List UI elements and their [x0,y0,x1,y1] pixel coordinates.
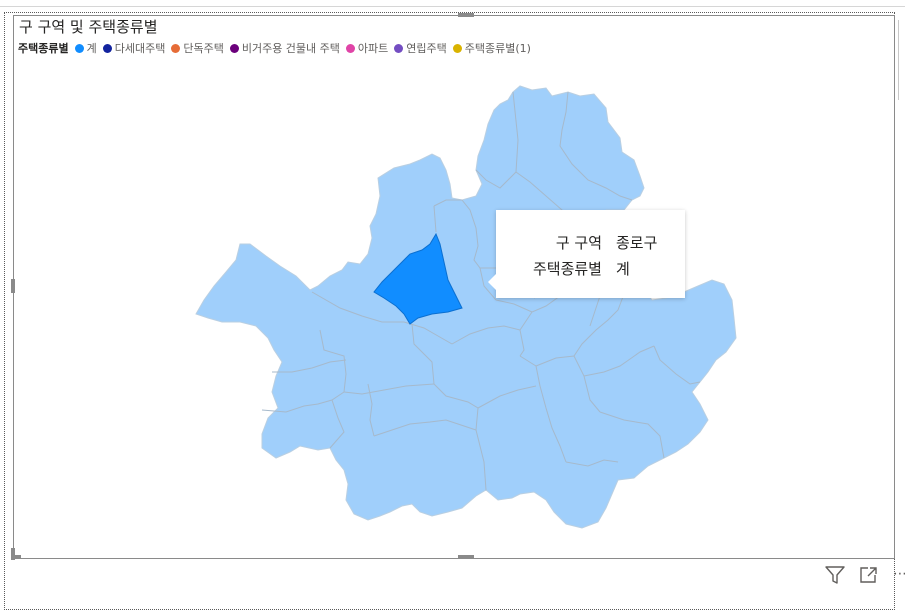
tooltip-value: 계 [616,260,630,278]
seoul-outline [195,85,737,529]
report-canvas: 구 구역 및 주택종류별 주택종류별 계 다세대주택 단독주택 비거주용 건물내… [0,0,905,612]
tooltip-row: 구 구역 종로구 [516,230,665,256]
seoul-district-map [195,85,737,529]
tooltip-arrow [488,274,496,290]
focus-mode-icon[interactable] [858,565,880,585]
more-options-icon[interactable]: ⋯ [893,566,905,582]
tooltip-row: 주택종류별 계 [516,256,665,282]
tooltip-value: 종로구 [616,234,658,252]
map-tooltip: 구 구역 종로구 주택종류별 계 [488,210,685,298]
filter-icon[interactable] [824,565,846,585]
tooltip-key: 주택종류별 [532,260,602,278]
tooltip-key: 구 구역 [555,234,602,252]
